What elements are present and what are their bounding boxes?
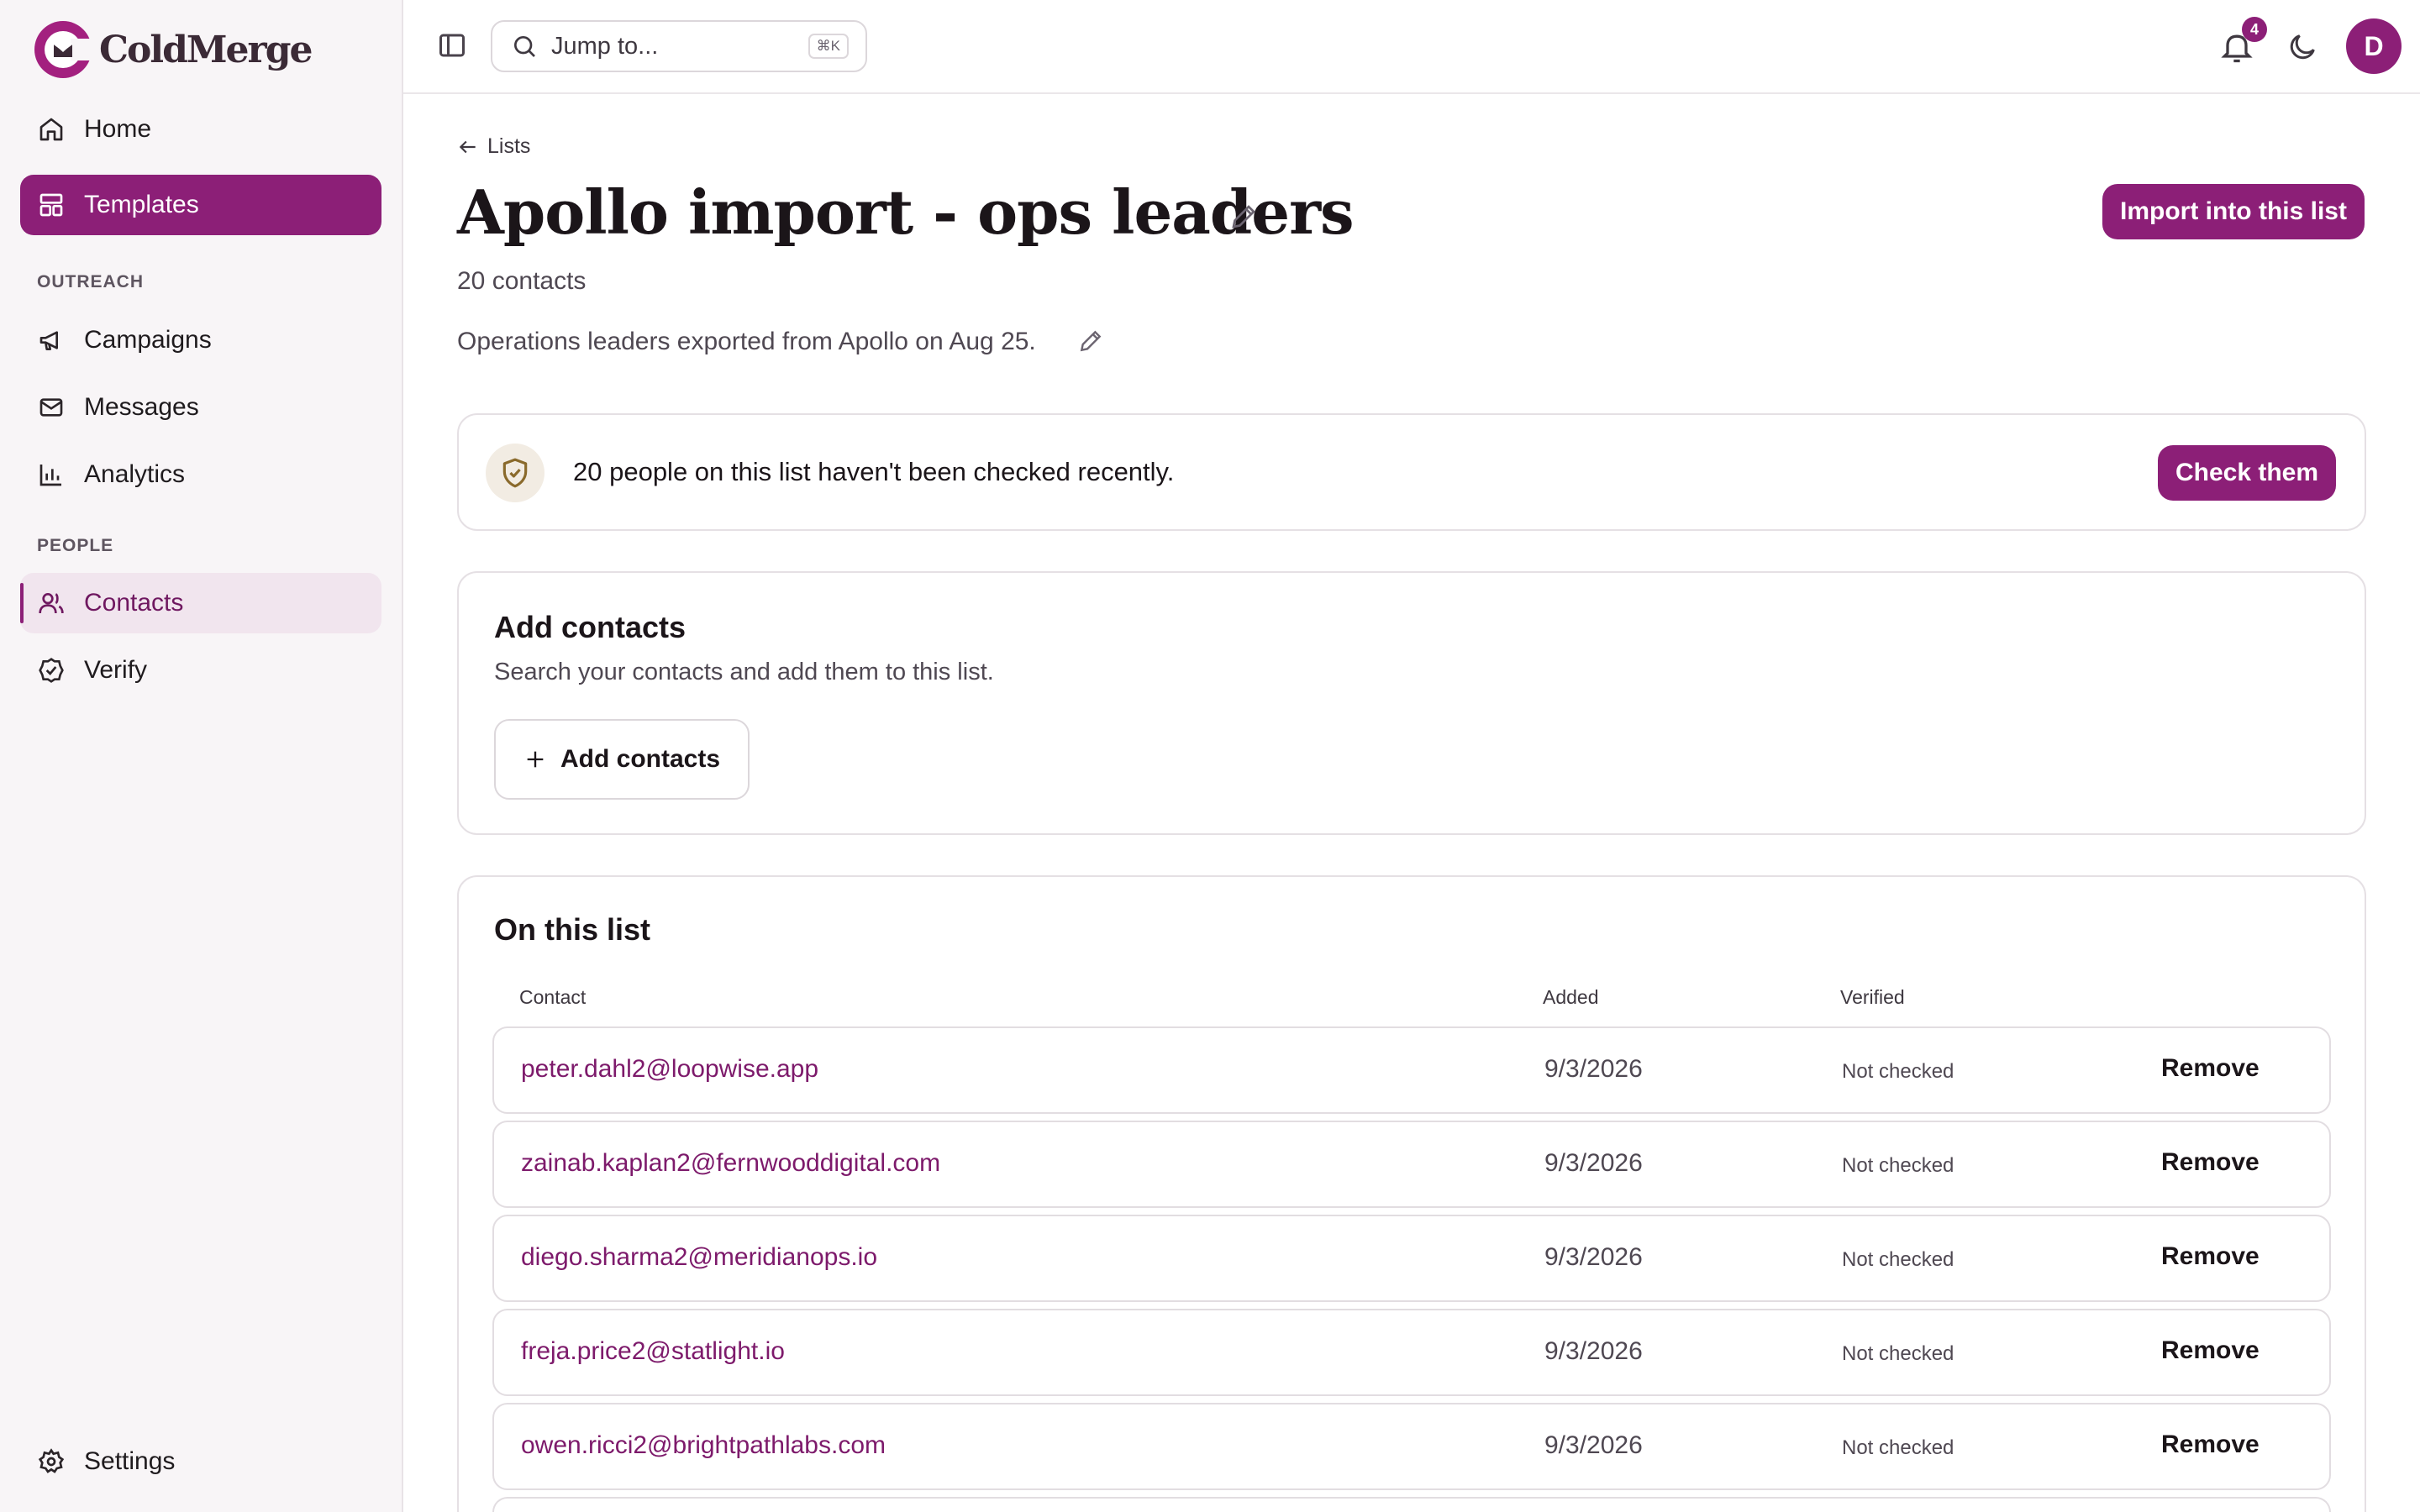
logo[interactable]: ColdMerge xyxy=(32,18,313,81)
add-contacts-button[interactable]: Add contacts xyxy=(494,719,750,800)
jump-to-search[interactable]: Jump to... ⌘K xyxy=(491,20,867,72)
remove-button[interactable]: Remove xyxy=(2161,1431,2260,1459)
verified-status: Not checked xyxy=(1842,1060,1954,1083)
remove-button[interactable]: Remove xyxy=(2161,1336,2260,1365)
table-row: owen.ricci2@brightpathlabs.com 9/3/2026 … xyxy=(492,1403,2331,1490)
sidebar-item-label: Verify xyxy=(84,656,148,684)
back-to-lists-link[interactable]: Lists xyxy=(457,134,530,159)
notification-count-badge: 4 xyxy=(2242,17,2267,42)
pencil-icon[interactable] xyxy=(1077,328,1104,354)
layout-icon xyxy=(37,191,66,219)
shortcut-hint: ⌘K xyxy=(808,34,849,59)
sidebar-item-home[interactable]: Home xyxy=(20,99,381,160)
list-members-title: On this list xyxy=(494,912,651,947)
app-name: ColdMerge xyxy=(99,28,313,71)
remove-button[interactable]: Remove xyxy=(2161,1242,2260,1271)
sidebar-item-label: Contacts xyxy=(84,589,184,617)
add-contacts-button-label: Add contacts xyxy=(560,745,721,773)
verified-status: Not checked xyxy=(1842,1342,1954,1365)
added-date: 9/3/2026 xyxy=(1544,1149,1643,1177)
coldmerge-logo-icon xyxy=(34,21,94,78)
column-header-verified[interactable]: Verified xyxy=(1840,986,1905,1009)
search-placeholder: Jump to... xyxy=(551,32,659,60)
verified-status: Not checked xyxy=(1842,1154,1954,1177)
sidebar-item-label: Settings xyxy=(84,1447,176,1475)
bar-chart-icon xyxy=(37,460,66,489)
sidebar-item-messages[interactable]: Messages xyxy=(20,377,381,438)
sidebar-item-label: Messages xyxy=(84,393,199,421)
contact-email-link[interactable]: diego.sharma2@meridianops.io xyxy=(521,1243,877,1272)
section-label-people: PEOPLE xyxy=(37,536,114,555)
top-bar: Jump to... ⌘K 4 D xyxy=(403,0,2420,94)
check-circle-icon xyxy=(37,656,66,685)
sidebar-item-templates[interactable]: Templates xyxy=(20,175,381,235)
home-icon xyxy=(37,115,66,144)
contact-email-link[interactable]: zainab.kaplan2@fernwooddigital.com xyxy=(521,1149,940,1178)
sidebar-item-label: Analytics xyxy=(84,460,186,488)
notice-text: 20 people on this list haven't been chec… xyxy=(573,457,1175,486)
sidebar: ColdMerge Home Templates OUTREACH Campai… xyxy=(0,0,403,1512)
page-title: Apollo import - ops leaders xyxy=(457,176,1355,248)
table-row: diego.sharma2@meridianops.io 9/3/2026 No… xyxy=(492,1215,2331,1302)
verified-status: Not checked xyxy=(1842,1248,1954,1271)
users-icon xyxy=(37,589,66,617)
section-label-outreach: OUTREACH xyxy=(37,272,144,291)
plus-icon xyxy=(527,751,544,768)
table-row: zainab.kaplan2@fernwooddigital.com 9/3/2… xyxy=(492,1121,2331,1208)
user-avatar[interactable]: D xyxy=(2346,18,2402,74)
contact-email-link[interactable]: owen.ricci2@brightpathlabs.com xyxy=(521,1431,886,1460)
add-contacts-title: Add contacts xyxy=(494,610,687,644)
added-date: 9/3/2026 xyxy=(1544,1055,1643,1083)
gear-icon xyxy=(37,1447,66,1476)
verified-status: Not checked xyxy=(1842,1436,1954,1459)
added-date: 9/3/2026 xyxy=(1544,1337,1643,1365)
verification-notice: 20 people on this list haven't been chec… xyxy=(457,413,2366,531)
remove-button[interactable]: Remove xyxy=(2161,1148,2260,1177)
import-into-list-button[interactable]: Import into this list xyxy=(2102,184,2365,239)
back-label: Lists xyxy=(487,134,531,158)
arrow-left-icon xyxy=(459,140,476,153)
add-contacts-card: Add contacts Search your contacts and ad… xyxy=(457,571,2366,835)
table-row-partial xyxy=(492,1497,2331,1512)
sidebar-item-analytics[interactable]: Analytics xyxy=(20,444,381,505)
moon-icon[interactable] xyxy=(2286,30,2319,64)
sidebar-item-label: Templates xyxy=(84,191,199,218)
contact-email-link[interactable]: peter.dahl2@loopwise.app xyxy=(521,1055,818,1084)
sidebar-item-label: Home xyxy=(84,115,152,143)
mail-icon xyxy=(37,393,66,422)
add-contacts-subtitle: Search your contacts and add them to thi… xyxy=(494,659,994,685)
sidebar-item-label: Campaigns xyxy=(84,326,212,354)
remove-button[interactable]: Remove xyxy=(2161,1054,2260,1083)
contact-count: 20 contacts xyxy=(457,267,587,295)
added-date: 9/3/2026 xyxy=(1544,1243,1643,1271)
sidebar-item-verify[interactable]: Verify xyxy=(20,640,381,701)
search-icon xyxy=(514,36,535,57)
column-header-contact[interactable]: Contact xyxy=(519,986,586,1009)
table-row: peter.dahl2@loopwise.app 9/3/2026 Not ch… xyxy=(492,1026,2331,1114)
shield-check-icon xyxy=(486,444,544,502)
column-header-added[interactable]: Added xyxy=(1543,986,1599,1009)
sidebar-toggle-icon[interactable] xyxy=(437,30,467,60)
megaphone-icon xyxy=(37,326,66,354)
sidebar-item-settings[interactable]: Settings xyxy=(20,1431,381,1492)
table-row: freja.price2@statlight.io 9/3/2026 Not c… xyxy=(492,1309,2331,1396)
sidebar-item-contacts[interactable]: Contacts xyxy=(20,573,381,633)
sidebar-item-campaigns[interactable]: Campaigns xyxy=(20,310,381,370)
list-description: Operations leaders exported from Apollo … xyxy=(457,328,1036,355)
added-date: 9/3/2026 xyxy=(1544,1431,1643,1459)
pencil-icon[interactable] xyxy=(1228,202,1259,232)
contact-email-link[interactable]: freja.price2@statlight.io xyxy=(521,1337,785,1366)
check-them-button[interactable]: Check them xyxy=(2158,445,2336,501)
